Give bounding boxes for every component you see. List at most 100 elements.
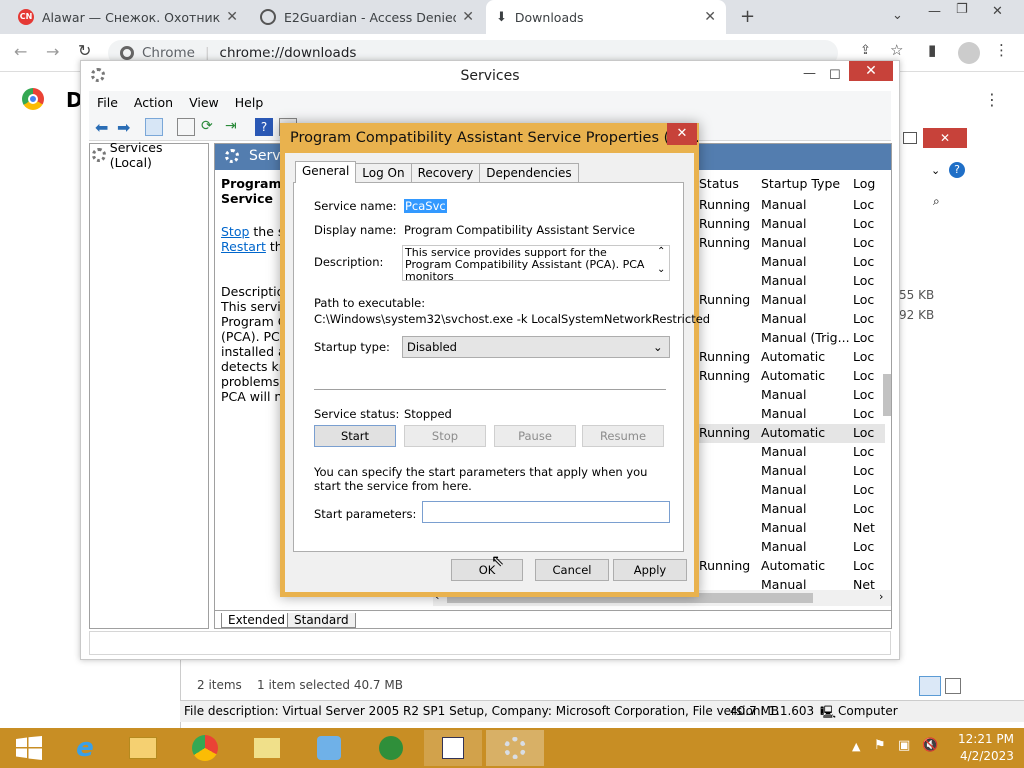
close-icon[interactable]: ✕ <box>923 128 967 148</box>
service-name-value[interactable]: PcaSvc <box>404 199 447 213</box>
display-name-value[interactable]: Program Compatibility Assistant Service <box>404 223 635 237</box>
network-icon[interactable]: ▣ <box>898 738 910 753</box>
tab-standard[interactable]: Standard <box>287 613 356 628</box>
stop-link[interactable]: Stop <box>221 224 249 239</box>
resume-button[interactable]: Resume <box>582 425 664 447</box>
table-row[interactable]: Manual Loc <box>695 310 885 329</box>
description-box[interactable]: This service provides support for the Pr… <box>402 245 670 281</box>
export-icon[interactable]: ⇥ <box>225 118 243 136</box>
properties-icon[interactable] <box>177 118 195 136</box>
table-row[interactable]: Manual Loc <box>695 443 885 462</box>
menu-action[interactable]: Action <box>134 95 173 110</box>
downloads-menu-icon[interactable]: ⋮ <box>984 90 1000 109</box>
finder-icon[interactable] <box>300 730 358 766</box>
minimize-icon[interactable]: — <box>803 59 816 89</box>
close-icon[interactable]: ✕ <box>849 61 893 81</box>
menu-view[interactable]: View <box>189 95 219 110</box>
table-row[interactable]: Running Manual Loc <box>695 215 885 234</box>
restart-link[interactable]: Restart <box>221 239 266 254</box>
tab-downloads[interactable]: ⬇ Downloads ✕ <box>486 0 726 34</box>
maximize-icon[interactable] <box>903 132 917 144</box>
start-parameters-input[interactable] <box>422 501 670 523</box>
tab-alawar[interactable]: CN Alawar — Снежок. Охотник за с✕ <box>8 0 248 34</box>
menu-help[interactable]: Help <box>235 95 264 110</box>
restore-icon[interactable]: ❐ <box>956 2 968 17</box>
table-row[interactable]: Manual (Trig... Loc <box>695 329 885 348</box>
table-row[interactable]: Running Automatic Loc <box>695 557 885 576</box>
dialog-close-button[interactable]: ✕ <box>667 123 697 145</box>
forward-icon[interactable]: → <box>46 42 59 61</box>
tab-recovery[interactable]: Recovery <box>410 163 481 183</box>
console-tree-icon[interactable] <box>145 118 163 136</box>
column-header[interactable]: Startup Type <box>761 176 840 191</box>
table-row[interactable]: Running Automatic Loc <box>695 348 885 367</box>
chrome-taskbar-icon[interactable] <box>176 730 234 766</box>
table-row[interactable]: Manual Loc <box>695 405 885 424</box>
table-row[interactable]: Manual Loc <box>695 386 885 405</box>
tree-item-services-local[interactable]: Services (Local) <box>92 140 206 170</box>
tab-general[interactable]: General <box>295 161 357 183</box>
path-value[interactable]: C:\Windows\system32\svchost.exe -k Local… <box>314 312 710 326</box>
table-row[interactable]: Running Automatic Loc <box>695 367 885 386</box>
help-icon[interactable]: ? <box>949 162 965 178</box>
flag-icon[interactable]: ⚑ <box>874 738 886 753</box>
ok-button[interactable]: OK <box>451 559 523 581</box>
scroll-down-icon[interactable]: ⌄ <box>657 264 665 276</box>
forward-arrow-icon[interactable]: ➡ <box>117 118 135 137</box>
table-row[interactable]: Manual Loc <box>695 481 885 500</box>
vertical-scrollbar-thumb[interactable] <box>883 374 891 416</box>
table-row[interactable]: Manual Net <box>695 519 885 538</box>
share-icon[interactable]: ⇪ <box>860 43 871 58</box>
back-arrow-icon[interactable]: ⬅ <box>95 118 113 137</box>
large-icons-view-icon[interactable] <box>945 678 961 694</box>
close-tab-icon[interactable]: ✕ <box>462 9 474 25</box>
folder-icon[interactable] <box>238 730 296 766</box>
stop-button[interactable]: Stop <box>404 425 486 447</box>
apply-button[interactable]: Apply <box>613 559 687 581</box>
tab-e2guardian[interactable]: E2Guardian - Access Denied ✕ <box>250 0 484 34</box>
task-list-icon[interactable] <box>424 730 482 766</box>
column-header[interactable]: Log <box>853 176 875 191</box>
cancel-button[interactable]: Cancel <box>535 559 609 581</box>
table-row[interactable]: Running Manual Loc <box>695 234 885 253</box>
table-row[interactable]: Manual Loc <box>695 253 885 272</box>
tab-dependencies[interactable]: Dependencies <box>479 163 579 183</box>
clock-time[interactable]: 12:21 PM <box>958 732 1014 746</box>
avatar[interactable] <box>958 42 980 64</box>
services-taskbar-icon[interactable] <box>486 730 544 766</box>
tray-up-icon[interactable]: ▲ <box>852 740 860 753</box>
table-row[interactable]: Manual Loc <box>695 272 885 291</box>
internet-explorer-icon[interactable]: e <box>56 730 114 766</box>
download-manager-icon[interactable] <box>362 730 420 766</box>
column-header[interactable]: Status <box>699 176 739 191</box>
volume-muted-icon[interactable]: 🔇 <box>922 738 938 753</box>
scroll-up-icon[interactable]: ⌃ <box>657 246 665 258</box>
startup-type-select[interactable]: Disabled ⌄ <box>402 336 670 358</box>
table-row[interactable]: Running Manual Loc <box>695 291 885 310</box>
table-row[interactable]: Manual Loc <box>695 538 885 557</box>
tab-extended[interactable]: Extended <box>221 613 292 628</box>
menu-dots-icon[interactable]: ⋮ <box>994 41 1009 59</box>
new-tab-icon[interactable]: + <box>740 6 755 27</box>
reload-icon[interactable]: ↻ <box>78 41 91 60</box>
minimize-icon[interactable]: — <box>928 4 941 19</box>
table-row[interactable]: Running Manual Loc <box>695 196 885 215</box>
chevron-down-icon[interactable]: ⌄ <box>892 8 903 23</box>
maximize-icon[interactable]: ☐ <box>829 61 841 91</box>
chevron-down-icon[interactable]: ⌄ <box>931 164 940 177</box>
details-view-icon[interactable] <box>919 676 941 696</box>
start-button[interactable]: Start <box>314 425 396 447</box>
menu-file[interactable]: File <box>97 95 118 110</box>
close-tab-icon[interactable]: ✕ <box>226 9 238 25</box>
scroll-right-icon[interactable]: › <box>879 590 883 603</box>
refresh-icon[interactable]: ⟳ <box>201 118 219 136</box>
bookmark-star-icon[interactable]: ☆ <box>890 41 903 59</box>
side-panel-icon[interactable]: ▮ <box>928 41 936 59</box>
close-window-icon[interactable]: ✕ <box>992 4 1003 19</box>
tab-log-on[interactable]: Log On <box>355 163 412 183</box>
back-icon[interactable]: ← <box>14 42 27 61</box>
start-windows-icon[interactable] <box>0 730 58 766</box>
search-icon[interactable]: ⌕ <box>933 194 940 209</box>
close-tab-icon[interactable]: ✕ <box>704 9 716 25</box>
table-row[interactable]: Running Automatic Loc <box>695 424 885 443</box>
